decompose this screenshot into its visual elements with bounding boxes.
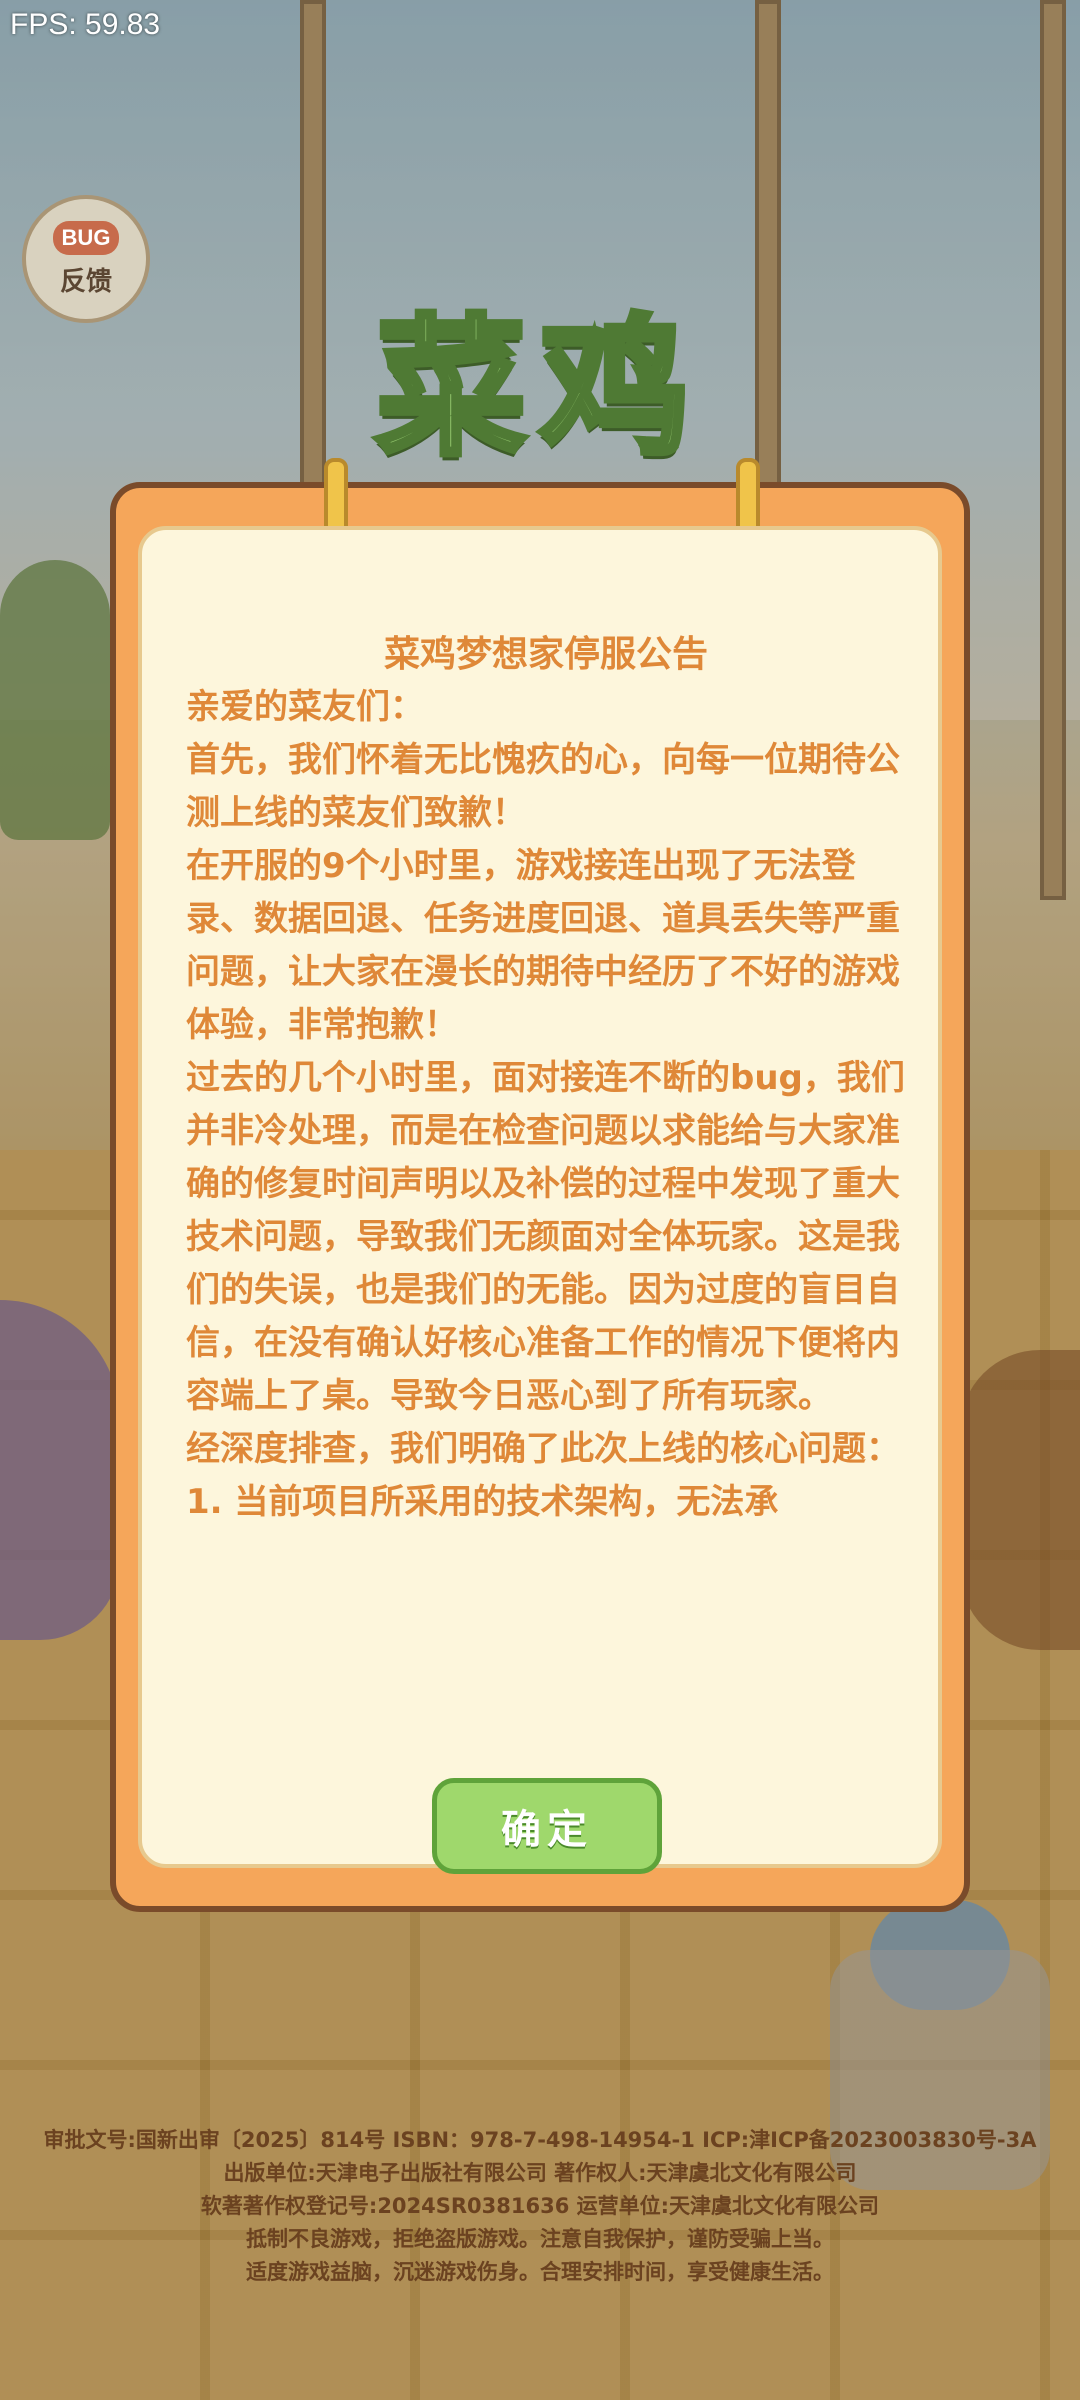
legal-line: 适度游戏益脑，沉迷游戏伤身。合理安排时间，享受健康生活。 xyxy=(246,2260,834,2284)
confirm-button[interactable]: 确定 xyxy=(432,1778,662,1874)
legal-line: 抵制不良游戏，拒绝盗版游戏。注意自我保护，谨防受骗上当。 xyxy=(246,2227,834,2251)
notice-paragraph: 过去的几个小时里，面对接连不断的bug，我们并非冷处理，而是在检查问题以求能给与… xyxy=(186,1058,905,1416)
legal-line: 出版单位:天津电子出版社有限公司 著作权人:天津虞北文化有限公司 xyxy=(223,2161,857,2185)
notice-paragraph: 经深度排查，我们明确了此次上线的核心问题： xyxy=(186,1429,900,1469)
bug-feedback-button[interactable]: BUG 反馈 xyxy=(22,195,150,323)
legal-footer: 审批文号:国新出审〔2025〕814号 ISBN：978-7-498-14954… xyxy=(0,2124,1080,2289)
notice-paragraph: 亲爱的菜友们： xyxy=(186,687,424,727)
notice-paragraph: 首先，我们怀着无比愧疚的心，向每一位期待公测上线的菜友们致歉！ xyxy=(186,740,900,833)
notice-title: 菜鸡梦想家停服公告 xyxy=(383,634,708,675)
game-logo: 菜鸡 xyxy=(300,275,780,479)
notice-dialog: 菜鸡梦想家停服公告 亲爱的菜友们： 首先，我们怀着无比愧疚的心，向每一位期待公测… xyxy=(110,458,970,1912)
bug-icon: BUG xyxy=(53,220,119,255)
notice-scroll-area[interactable]: 菜鸡梦想家停服公告 亲爱的菜友们： 首先，我们怀着无比愧疚的心，向每一位期待公测… xyxy=(186,628,906,1743)
legal-line: 软著著作权登记号:2024SR0381636 运营单位:天津虞北文化有限公司 xyxy=(200,2194,880,2218)
notice-paragraph: 在开服的9个小时里，游戏接连出现了无法登录、数据回退、任务进度回退、道具丢失等严… xyxy=(186,846,900,1045)
fps-counter: FPS: 59.83 xyxy=(10,8,161,41)
feedback-label: 反馈 xyxy=(59,266,112,297)
legal-line: 审批文号:国新出审〔2025〕814号 ISBN：978-7-498-14954… xyxy=(43,2128,1037,2152)
game-logo-text: 菜鸡 xyxy=(373,299,704,479)
notice-paragraph: 1. 当前项目所采用的技术架构，无法承 xyxy=(186,1482,779,1522)
